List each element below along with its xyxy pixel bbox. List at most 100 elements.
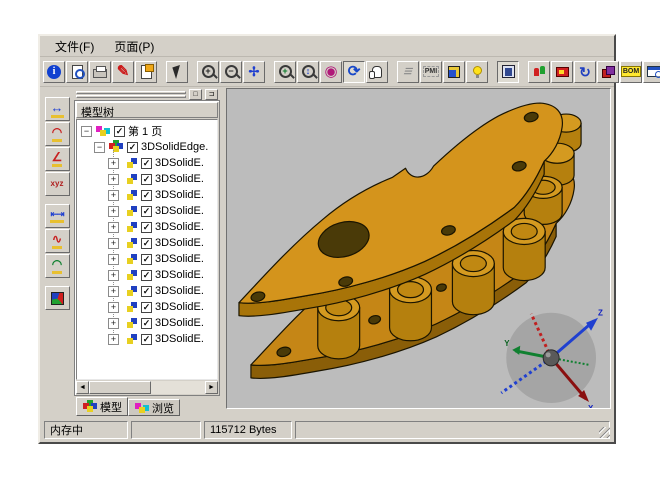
- part-node-label[interactable]: 3DSolidE.: [155, 253, 204, 265]
- part-checkbox[interactable]: ✓: [141, 190, 152, 201]
- expand-icon[interactable]: +: [108, 206, 119, 217]
- part-checkbox[interactable]: ✓: [141, 158, 152, 169]
- model-canvas[interactable]: Z X Y: [227, 89, 610, 408]
- tree-row-part[interactable]: + ✓ 3DSolidE.: [77, 235, 217, 251]
- dock-hide-button[interactable]: ⊐: [205, 89, 218, 100]
- part-node-label[interactable]: 3DSolidE.: [155, 205, 204, 217]
- zoom-out-button[interactable]: −: [220, 61, 242, 83]
- expand-icon[interactable]: +: [108, 222, 119, 233]
- tab-model[interactable]: 模型: [76, 397, 128, 416]
- dim-curve-button[interactable]: ∿: [45, 229, 70, 253]
- tree-row-part[interactable]: + ✓ 3DSolidE.: [77, 267, 217, 283]
- rotate-button[interactable]: ⟳: [343, 61, 365, 83]
- expand-icon[interactable]: +: [108, 286, 119, 297]
- expand-icon[interactable]: +: [108, 334, 119, 345]
- menu-page[interactable]: 页面(P): [105, 36, 163, 57]
- part-node-label[interactable]: 3DSolidE.: [155, 189, 204, 201]
- expand-icon[interactable]: +: [108, 318, 119, 329]
- tree-row-part[interactable]: + ✓ 3DSolidE.: [77, 251, 217, 267]
- expand-icon[interactable]: +: [108, 254, 119, 265]
- dim-radius-button[interactable]: ◠: [45, 122, 70, 146]
- zoom-dynamic-button[interactable]: ↕: [297, 61, 319, 83]
- export-button[interactable]: [135, 61, 157, 83]
- part-node-label[interactable]: 3DSolidE.: [155, 285, 204, 297]
- model-tree[interactable]: − ✓ 第 1 页 − ✓ 3DSolidEdge. +: [76, 119, 218, 380]
- snapshot-button[interactable]: [551, 61, 573, 83]
- part-node-label[interactable]: 3DSolidE.: [155, 317, 204, 329]
- part-checkbox[interactable]: ✓: [141, 302, 152, 313]
- views-button[interactable]: [443, 61, 465, 83]
- resize-grip[interactable]: [599, 427, 610, 438]
- preview-button[interactable]: [66, 61, 88, 83]
- collapse-icon[interactable]: −: [94, 142, 105, 153]
- part-node-label[interactable]: 3DSolidE.: [155, 157, 204, 169]
- part-node-label[interactable]: 3DSolidE.: [155, 221, 204, 233]
- light-button[interactable]: [466, 61, 488, 83]
- dock-gripper[interactable]: □ ⊐: [74, 88, 220, 100]
- redline-button[interactable]: ✎: [112, 61, 134, 83]
- tree-row-part[interactable]: + ✓ 3DSolidE.: [77, 155, 217, 171]
- part-checkbox[interactable]: ✓: [141, 206, 152, 217]
- page-checkbox[interactable]: ✓: [114, 126, 125, 137]
- tree-row-part[interactable]: + ✓ 3DSolidE.: [77, 331, 217, 347]
- view-manager-button[interactable]: [497, 61, 519, 83]
- scroll-thumb[interactable]: [89, 381, 151, 394]
- assembly-button[interactable]: [528, 61, 550, 83]
- pan-button[interactable]: [366, 61, 388, 83]
- part-checkbox[interactable]: ✓: [141, 174, 152, 185]
- tree-row-part[interactable]: + ✓ 3DSolidE.: [77, 283, 217, 299]
- orbit-button[interactable]: ◉: [320, 61, 342, 83]
- measure-3d-button[interactable]: [45, 286, 70, 310]
- tree-row-part[interactable]: + ✓ 3DSolidE.: [77, 219, 217, 235]
- scroll-track[interactable]: [151, 381, 205, 394]
- tree-row-part[interactable]: + ✓ 3DSolidE.: [77, 171, 217, 187]
- dock-float-button[interactable]: □: [189, 89, 202, 100]
- zoom-window-button[interactable]: +: [274, 61, 296, 83]
- part-node-label[interactable]: 3DSolidE.: [155, 333, 204, 345]
- expand-icon[interactable]: +: [108, 190, 119, 201]
- expand-icon[interactable]: +: [108, 238, 119, 249]
- print-button[interactable]: [89, 61, 111, 83]
- dim-angle-button[interactable]: ∠: [45, 147, 70, 171]
- tree-row-page[interactable]: − ✓ 第 1 页: [77, 123, 217, 139]
- part-checkbox[interactable]: ✓: [141, 318, 152, 329]
- part-node-label[interactable]: 3DSolidE.: [155, 269, 204, 281]
- dim-distance-button[interactable]: ⇤⇥: [45, 204, 70, 228]
- part-checkbox[interactable]: ✓: [141, 334, 152, 345]
- expand-icon[interactable]: +: [108, 174, 119, 185]
- part-node-label[interactable]: 3DSolidE.: [155, 301, 204, 313]
- collapse-icon[interactable]: −: [81, 126, 92, 137]
- tree-row-part[interactable]: + ✓ 3DSolidE.: [77, 299, 217, 315]
- attributes-button[interactable]: [643, 61, 660, 83]
- viewport-3d[interactable]: Z X Y: [226, 88, 611, 409]
- expand-icon[interactable]: +: [108, 270, 119, 281]
- update-button[interactable]: ↻: [574, 61, 596, 83]
- assembly-checkbox[interactable]: ✓: [127, 142, 138, 153]
- part-checkbox[interactable]: ✓: [141, 254, 152, 265]
- dim-arc-button[interactable]: ◠: [45, 254, 70, 278]
- expand-icon[interactable]: +: [108, 158, 119, 169]
- tree-row-part[interactable]: + ✓ 3DSolidE.: [77, 203, 217, 219]
- coordinate-button[interactable]: xyz: [45, 172, 70, 196]
- assembly-node-label[interactable]: 3DSolidEdge.: [141, 141, 208, 153]
- tree-row-assembly[interactable]: − ✓ 3DSolidEdge.: [77, 139, 217, 155]
- zoom-in-button[interactable]: +: [197, 61, 219, 83]
- part-checkbox[interactable]: ✓: [141, 286, 152, 297]
- part-node-label[interactable]: 3DSolidE.: [155, 173, 204, 185]
- expand-icon[interactable]: +: [108, 302, 119, 313]
- menu-file[interactable]: 文件(F): [46, 36, 103, 57]
- select-button[interactable]: [166, 61, 188, 83]
- part-node-label[interactable]: 3DSolidE.: [155, 237, 204, 249]
- about-button[interactable]: i: [43, 61, 65, 83]
- page-node-label[interactable]: 第 1 页: [128, 123, 162, 139]
- orientation-orb[interactable]: Z X Y: [501, 309, 603, 408]
- dim-horizontal-button[interactable]: ↔: [45, 97, 70, 121]
- bom-button[interactable]: BOM: [620, 61, 642, 83]
- tree-row-part[interactable]: + ✓ 3DSolidE.: [77, 315, 217, 331]
- tree-hscrollbar[interactable]: ◄ ►: [76, 381, 218, 394]
- tree-row-part[interactable]: + ✓ 3DSolidE.: [77, 187, 217, 203]
- explode-button[interactable]: [597, 61, 619, 83]
- part-checkbox[interactable]: ✓: [141, 222, 152, 233]
- scroll-left-button[interactable]: ◄: [76, 381, 89, 394]
- zoom-fit-button[interactable]: ✢: [243, 61, 265, 83]
